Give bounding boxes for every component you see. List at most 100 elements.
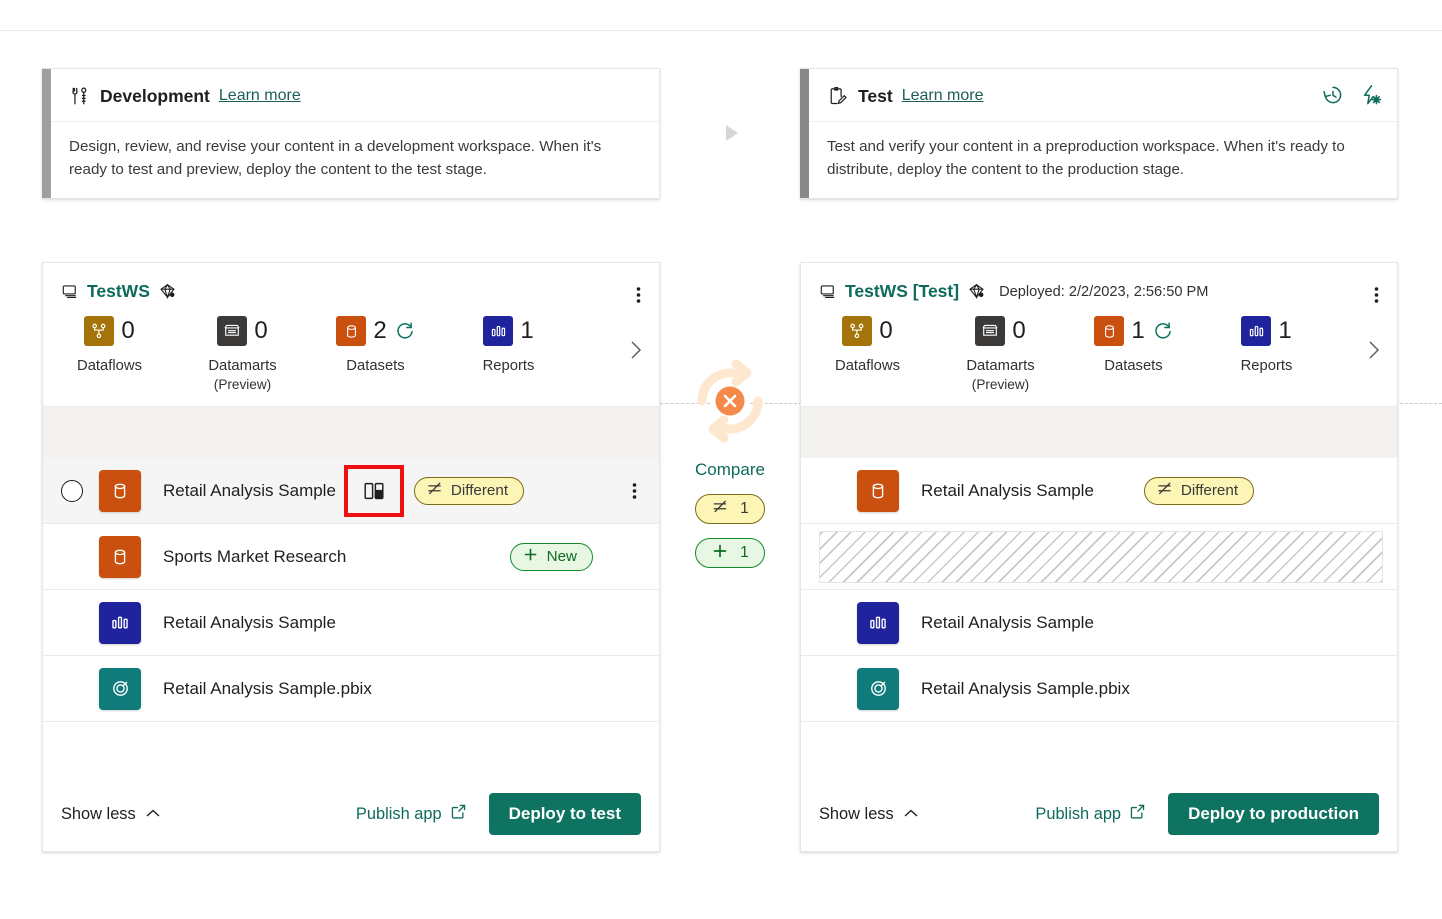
deployed-timestamp: Deployed: 2/2/2023, 2:56:50 PM [999, 284, 1208, 300]
learn-more-link-test[interactable]: Learn more [902, 87, 984, 105]
workspace-toolbar-test [801, 406, 1397, 458]
workspace-header-development: TestWS [43, 263, 659, 310]
show-less-toggle-test[interactable]: Show less [819, 805, 919, 824]
deployment-pipeline-page: Development Learn more Design, review, a… [0, 0, 1442, 919]
stage-flow-arrow [718, 120, 744, 146]
premium-capacity-icon [158, 282, 177, 301]
publish-app-link-test[interactable]: Publish app [1035, 803, 1146, 825]
list-item-label: Retail Analysis Sample.pbix [163, 679, 372, 699]
list-item[interactable]: Retail Analysis Sample.pbix [43, 656, 659, 722]
status-badge[interactable]: Different [1144, 477, 1254, 505]
count-label-reports: Reports [1200, 355, 1333, 377]
chevron-up-icon [145, 805, 161, 824]
compare-label[interactable]: Compare [695, 460, 765, 480]
count-value-datamarts: 0 [1012, 319, 1025, 343]
compare-chip-new[interactable]: 1 [695, 538, 765, 568]
deploy-button-development[interactable]: Deploy to test [489, 793, 641, 835]
list-item-label: Retail Analysis Sample.pbix [921, 679, 1130, 699]
count-value-dataflows: 0 [879, 319, 892, 343]
publish-app-link-development[interactable]: Publish app [356, 803, 467, 825]
counts-next-chevron-icon[interactable] [1365, 336, 1383, 369]
list-item-label: Retail Analysis Sample [921, 613, 1094, 633]
list-item[interactable]: Retail Analysis Sample Different [43, 458, 659, 524]
refresh-icon[interactable] [395, 321, 415, 341]
count-value-dataflows: 0 [121, 319, 134, 343]
learn-more-link-development[interactable]: Learn more [219, 87, 301, 105]
count-value-reports: 1 [1278, 319, 1291, 343]
compare-chip-different[interactable]: 1 [695, 494, 765, 524]
status-badge[interactable]: Different [414, 477, 524, 505]
report-icon [857, 602, 899, 644]
external-link-icon [1129, 803, 1146, 825]
count-value-reports: 1 [520, 319, 533, 343]
count-reports-test[interactable]: 1 Reports [1200, 316, 1333, 377]
stage-description-test: Test and verify your content in a prepro… [809, 122, 1397, 198]
status-badge-label: New [547, 548, 577, 565]
workspace-footer-test: Show less Publish app Deploy to producti… [801, 777, 1397, 851]
premium-capacity-icon [967, 282, 986, 301]
dataset-icon [99, 470, 141, 512]
workspace-more-options-test[interactable] [1368, 283, 1385, 312]
publish-app-label: Publish app [356, 805, 442, 824]
show-less-toggle-development[interactable]: Show less [61, 805, 161, 824]
row-select-radio[interactable] [61, 480, 83, 502]
report-icon [483, 316, 513, 346]
connector-line-far-right [1400, 403, 1442, 404]
list-item[interactable]: Retail Analysis Sample Different [801, 458, 1397, 524]
publish-app-label: Publish app [1035, 805, 1121, 824]
count-label-dataflows: Dataflows [801, 355, 934, 377]
deployment-settings-icon[interactable] [1359, 83, 1383, 107]
count-datamarts-development[interactable]: 0 Datamarts (Preview) [176, 316, 309, 392]
count-datamarts-test[interactable]: 0 Datamarts (Preview) [934, 316, 1067, 392]
stage-card-test: Test Learn more [800, 68, 1398, 199]
count-datasets-test[interactable]: 1 Datasets [1067, 316, 1200, 377]
status-badge[interactable]: New [510, 543, 593, 571]
stage-title-test: Test [858, 86, 893, 107]
count-value-datasets: 1 [1131, 319, 1144, 343]
show-less-label: Show less [819, 805, 894, 824]
list-item[interactable]: Retail Analysis Sample [43, 590, 659, 656]
workspace-name-test[interactable]: TestWS [Test] [845, 281, 959, 302]
count-reports-development[interactable]: 1 Reports [442, 316, 575, 377]
compare-chip-new-count: 1 [740, 544, 749, 562]
deployment-history-icon[interactable] [1321, 83, 1345, 107]
compare-artifact-icon[interactable] [348, 469, 400, 513]
list-item[interactable]: Retail Analysis Sample [801, 590, 1397, 656]
compare-column: Compare 1 1 [662, 355, 798, 568]
count-dataflows-test[interactable]: 0 Dataflows [801, 316, 934, 377]
artifact-counts-development: 0 Dataflows 0 Datamarts (Preview) [43, 310, 659, 406]
count-dataflows-development[interactable]: 0 Dataflows [43, 316, 176, 377]
list-item-label: Sports Market Research [163, 547, 346, 567]
count-datasets-development[interactable]: 2 Datasets [309, 316, 442, 377]
dataflow-icon [84, 316, 114, 346]
count-sublabel-datamarts: (Preview) [176, 377, 309, 392]
counts-next-chevron-icon[interactable] [627, 336, 645, 369]
workspace-name-development[interactable]: TestWS [87, 281, 150, 302]
dataset-icon [1094, 316, 1124, 346]
list-item-label: Retail Analysis Sample [921, 481, 1094, 501]
stage-stripe-development [42, 69, 51, 198]
count-label-datasets: Datasets [309, 355, 442, 377]
workspace-more-options-development[interactable] [630, 283, 647, 312]
count-label-datamarts: Datamarts [176, 355, 309, 377]
count-label-reports: Reports [442, 355, 575, 377]
external-link-icon [450, 803, 467, 825]
pbix-icon [857, 668, 899, 710]
clipboard-pencil-icon [827, 85, 849, 107]
hatched-placeholder [819, 531, 1383, 583]
refresh-icon[interactable] [1153, 321, 1173, 341]
report-icon [1241, 316, 1271, 346]
datamart-icon [975, 316, 1005, 346]
status-badge-label: Different [1181, 482, 1238, 499]
list-item[interactable]: Sports Market Research New [43, 524, 659, 590]
stage-description-development: Design, review, and revise your content … [51, 122, 659, 198]
list-item-label: Retail Analysis Sample [163, 481, 336, 501]
list-item-more-options[interactable] [624, 479, 645, 503]
artifact-list-test: Retail Analysis Sample Different [801, 458, 1397, 777]
top-divider [0, 30, 1442, 31]
deploy-button-test[interactable]: Deploy to production [1168, 793, 1379, 835]
list-item[interactable]: Retail Analysis Sample.pbix [801, 656, 1397, 722]
workspace-toolbar-development [43, 406, 659, 458]
compare-refresh-x-icon[interactable] [684, 355, 776, 452]
dataset-icon [336, 316, 366, 346]
